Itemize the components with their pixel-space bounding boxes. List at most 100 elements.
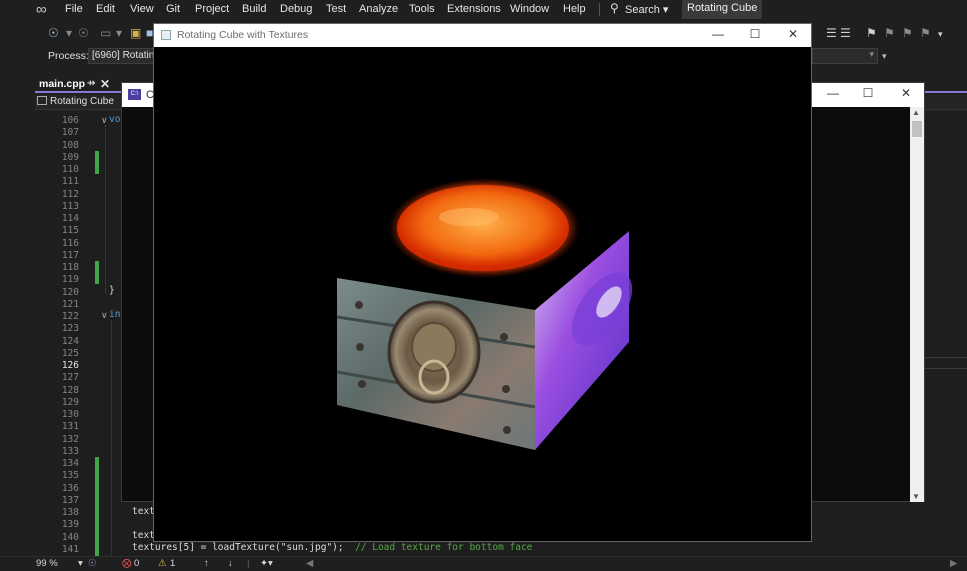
toolbar-overflow-icon[interactable]: ▾: [938, 29, 943, 40]
vertical-scrollbar[interactable]: ▲ ▼: [910, 107, 924, 502]
open-folder-icon[interactable]: ▣: [130, 26, 141, 40]
close-icon[interactable]: ✕: [100, 77, 110, 91]
stack-frame-dropdown[interactable]: ▾: [812, 48, 878, 64]
menu-analyze[interactable]: Analyze: [359, 3, 398, 15]
project-dropdown[interactable]: Rotating Cube: [37, 96, 121, 109]
scroll-right-icon[interactable]: ▶: [950, 558, 957, 569]
line-number: 113: [61, 200, 79, 212]
maximize-button[interactable]: ☐: [742, 27, 768, 43]
search-menu[interactable]: Search ▾: [625, 3, 668, 16]
search-icon[interactable]: ⚲: [610, 1, 619, 15]
fold-toggle-icon[interactable]: ∨: [101, 310, 108, 321]
opengl-title-bar[interactable]: Rotating Cube with Textures — ☐ ✕: [154, 24, 811, 47]
code-statement: textures[5] = loadTexture("sun.jpg");: [132, 542, 344, 553]
back-icon[interactable]: ☉: [48, 26, 59, 40]
next-bookmark-icon[interactable]: ⚑: [902, 26, 913, 40]
project-label: Rotating Cube: [50, 96, 114, 107]
process-dropdown[interactable]: [6960] Rotatin: [88, 48, 158, 64]
line-number: 122: [61, 311, 79, 322]
chevron-down-icon: ▾: [869, 49, 874, 59]
line-number: 140: [61, 531, 79, 543]
line-number: 107: [61, 127, 79, 139]
zoom-dropdown-icon[interactable]: ▾: [78, 558, 83, 569]
menu-tools[interactable]: Tools: [409, 3, 435, 15]
sun-highlight: [439, 208, 499, 226]
warning-icon[interactable]: ⚠: [158, 558, 167, 569]
change-indicator: [95, 261, 99, 284]
status-separator: |: [247, 558, 250, 569]
line-number: 123: [61, 323, 79, 335]
maximize-button[interactable]: ☐: [855, 86, 881, 102]
menu-separator: [599, 3, 600, 16]
visual-studio-logo-icon[interactable]: ∞: [36, 1, 56, 18]
dropdown-arrow-icon[interactable]: ▾: [66, 26, 72, 40]
comment-lines-icon[interactable]: ☰: [826, 26, 837, 40]
bookmark-icon[interactable]: ⚑: [866, 26, 877, 40]
toolbar-overflow-icon[interactable]: ▾: [882, 51, 887, 62]
line-number: 115: [61, 225, 79, 237]
error-icon[interactable]: ⨂: [122, 558, 132, 569]
menu-build[interactable]: Build: [242, 3, 266, 15]
rivet: [503, 426, 511, 434]
line-number: 118: [61, 262, 79, 273]
line-number: 129: [61, 396, 79, 408]
opengl-window-title: Rotating Cube with Textures: [177, 29, 309, 41]
menu-project[interactable]: Project: [195, 3, 229, 15]
line-number: 141: [61, 543, 79, 555]
menu-help[interactable]: Help: [563, 3, 586, 15]
menu-git[interactable]: Git: [166, 3, 180, 15]
previous-bookmark-icon[interactable]: ⚑: [884, 26, 895, 40]
menu-file[interactable]: File: [65, 3, 83, 15]
tab-label: main.cpp: [39, 78, 86, 90]
sun-face-top: [397, 185, 569, 271]
lion-head: [411, 322, 457, 372]
previous-issue-icon[interactable]: ↑: [204, 558, 209, 569]
window-app-icon: [161, 30, 171, 40]
error-count[interactable]: 0: [134, 558, 139, 569]
opengl-window[interactable]: Rotating Cube with Textures — ☐ ✕: [153, 23, 812, 542]
zoom-level[interactable]: 99 %: [36, 558, 58, 569]
textured-cube: [336, 178, 633, 450]
indent-guide: [111, 321, 112, 556]
scroll-down-icon[interactable]: ▼: [912, 492, 920, 501]
menu-window[interactable]: Window: [510, 3, 549, 15]
divider: [925, 357, 967, 358]
render-canvas[interactable]: [154, 47, 811, 541]
scroll-left-icon[interactable]: ◀: [306, 558, 313, 569]
line-number: 134: [61, 458, 79, 469]
line-number: 124: [61, 335, 79, 347]
tab-main-cpp[interactable]: main.cpp ⇸ ✕: [35, 77, 117, 93]
clear-bookmarks-icon[interactable]: ⚑: [920, 26, 931, 40]
minimize-button[interactable]: —: [705, 27, 731, 43]
scroll-thumb[interactable]: [912, 121, 922, 137]
scroll-up-icon[interactable]: ▲: [912, 108, 920, 117]
line-number: 106: [61, 115, 79, 126]
next-issue-icon[interactable]: ↓: [228, 558, 233, 569]
line-number: 128: [61, 384, 79, 396]
code-fragment: vo: [109, 114, 121, 125]
warning-count[interactable]: 1: [170, 558, 175, 569]
pin-icon[interactable]: ⇸: [87, 78, 95, 89]
new-item-icon[interactable]: ▭: [100, 26, 111, 40]
menu-test[interactable]: Test: [326, 3, 346, 15]
close-button[interactable]: ✕: [780, 27, 806, 43]
dropdown-arrow-icon[interactable]: ▾: [116, 26, 122, 40]
intellicode-icon[interactable]: ☉: [88, 558, 97, 569]
uncomment-lines-icon[interactable]: ☰: [840, 26, 851, 40]
menu-debug[interactable]: Debug: [280, 3, 312, 15]
rivet: [356, 343, 364, 351]
rivet: [355, 301, 363, 309]
line-number: 120: [61, 286, 79, 298]
forward-icon[interactable]: ☉: [78, 26, 89, 40]
menu-view[interactable]: View: [130, 3, 154, 15]
close-button[interactable]: ✕: [893, 86, 919, 102]
minimize-button[interactable]: —: [820, 86, 846, 102]
line-number: 127: [61, 372, 79, 384]
rivet: [500, 333, 508, 341]
line-number: 109: [61, 151, 79, 163]
menu-extensions[interactable]: Extensions: [447, 3, 501, 15]
left-tool-strip: [0, 66, 30, 556]
line-number: 139: [61, 519, 79, 531]
code-cleanup-icon[interactable]: ✦▾: [260, 558, 273, 569]
menu-edit[interactable]: Edit: [96, 3, 115, 15]
